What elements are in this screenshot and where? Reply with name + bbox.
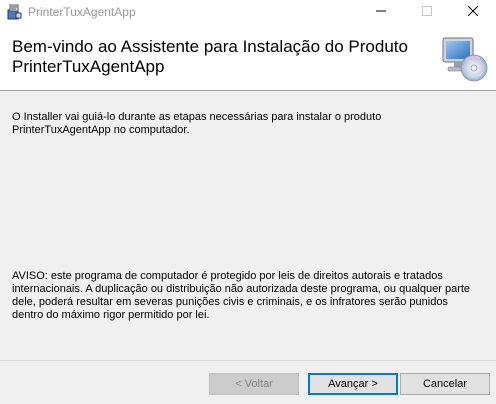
page-title: Bem-vindo ao Assistente para Instalação … xyxy=(12,37,408,76)
close-icon xyxy=(467,5,479,19)
header-banner: Bem-vindo ao Assistente para Instalação … xyxy=(0,24,496,91)
close-button[interactable] xyxy=(450,0,496,24)
copyright-warning-text: AVISO: este programa de computador é pro… xyxy=(12,270,471,321)
computer-cd-icon xyxy=(440,34,490,84)
back-button[interactable]: < Voltar xyxy=(209,373,299,395)
maximize-icon xyxy=(422,5,432,19)
installer-package-icon xyxy=(6,4,22,20)
cancel-button[interactable]: Cancelar xyxy=(400,373,490,395)
footer-divider xyxy=(0,360,496,361)
maximize-button[interactable] xyxy=(404,0,450,24)
next-button[interactable]: Avançar > xyxy=(308,373,398,395)
installer-window: PrinterTuxAgentApp Bem-vindo ao Assisten… xyxy=(0,0,496,404)
title-bar[interactable]: PrinterTuxAgentApp xyxy=(0,0,496,24)
intro-text: O Installer vai guiá-lo durante as etapa… xyxy=(12,111,382,136)
minimize-button[interactable] xyxy=(358,0,404,24)
minimize-icon xyxy=(376,6,386,19)
window-title: PrinterTuxAgentApp xyxy=(28,5,136,19)
